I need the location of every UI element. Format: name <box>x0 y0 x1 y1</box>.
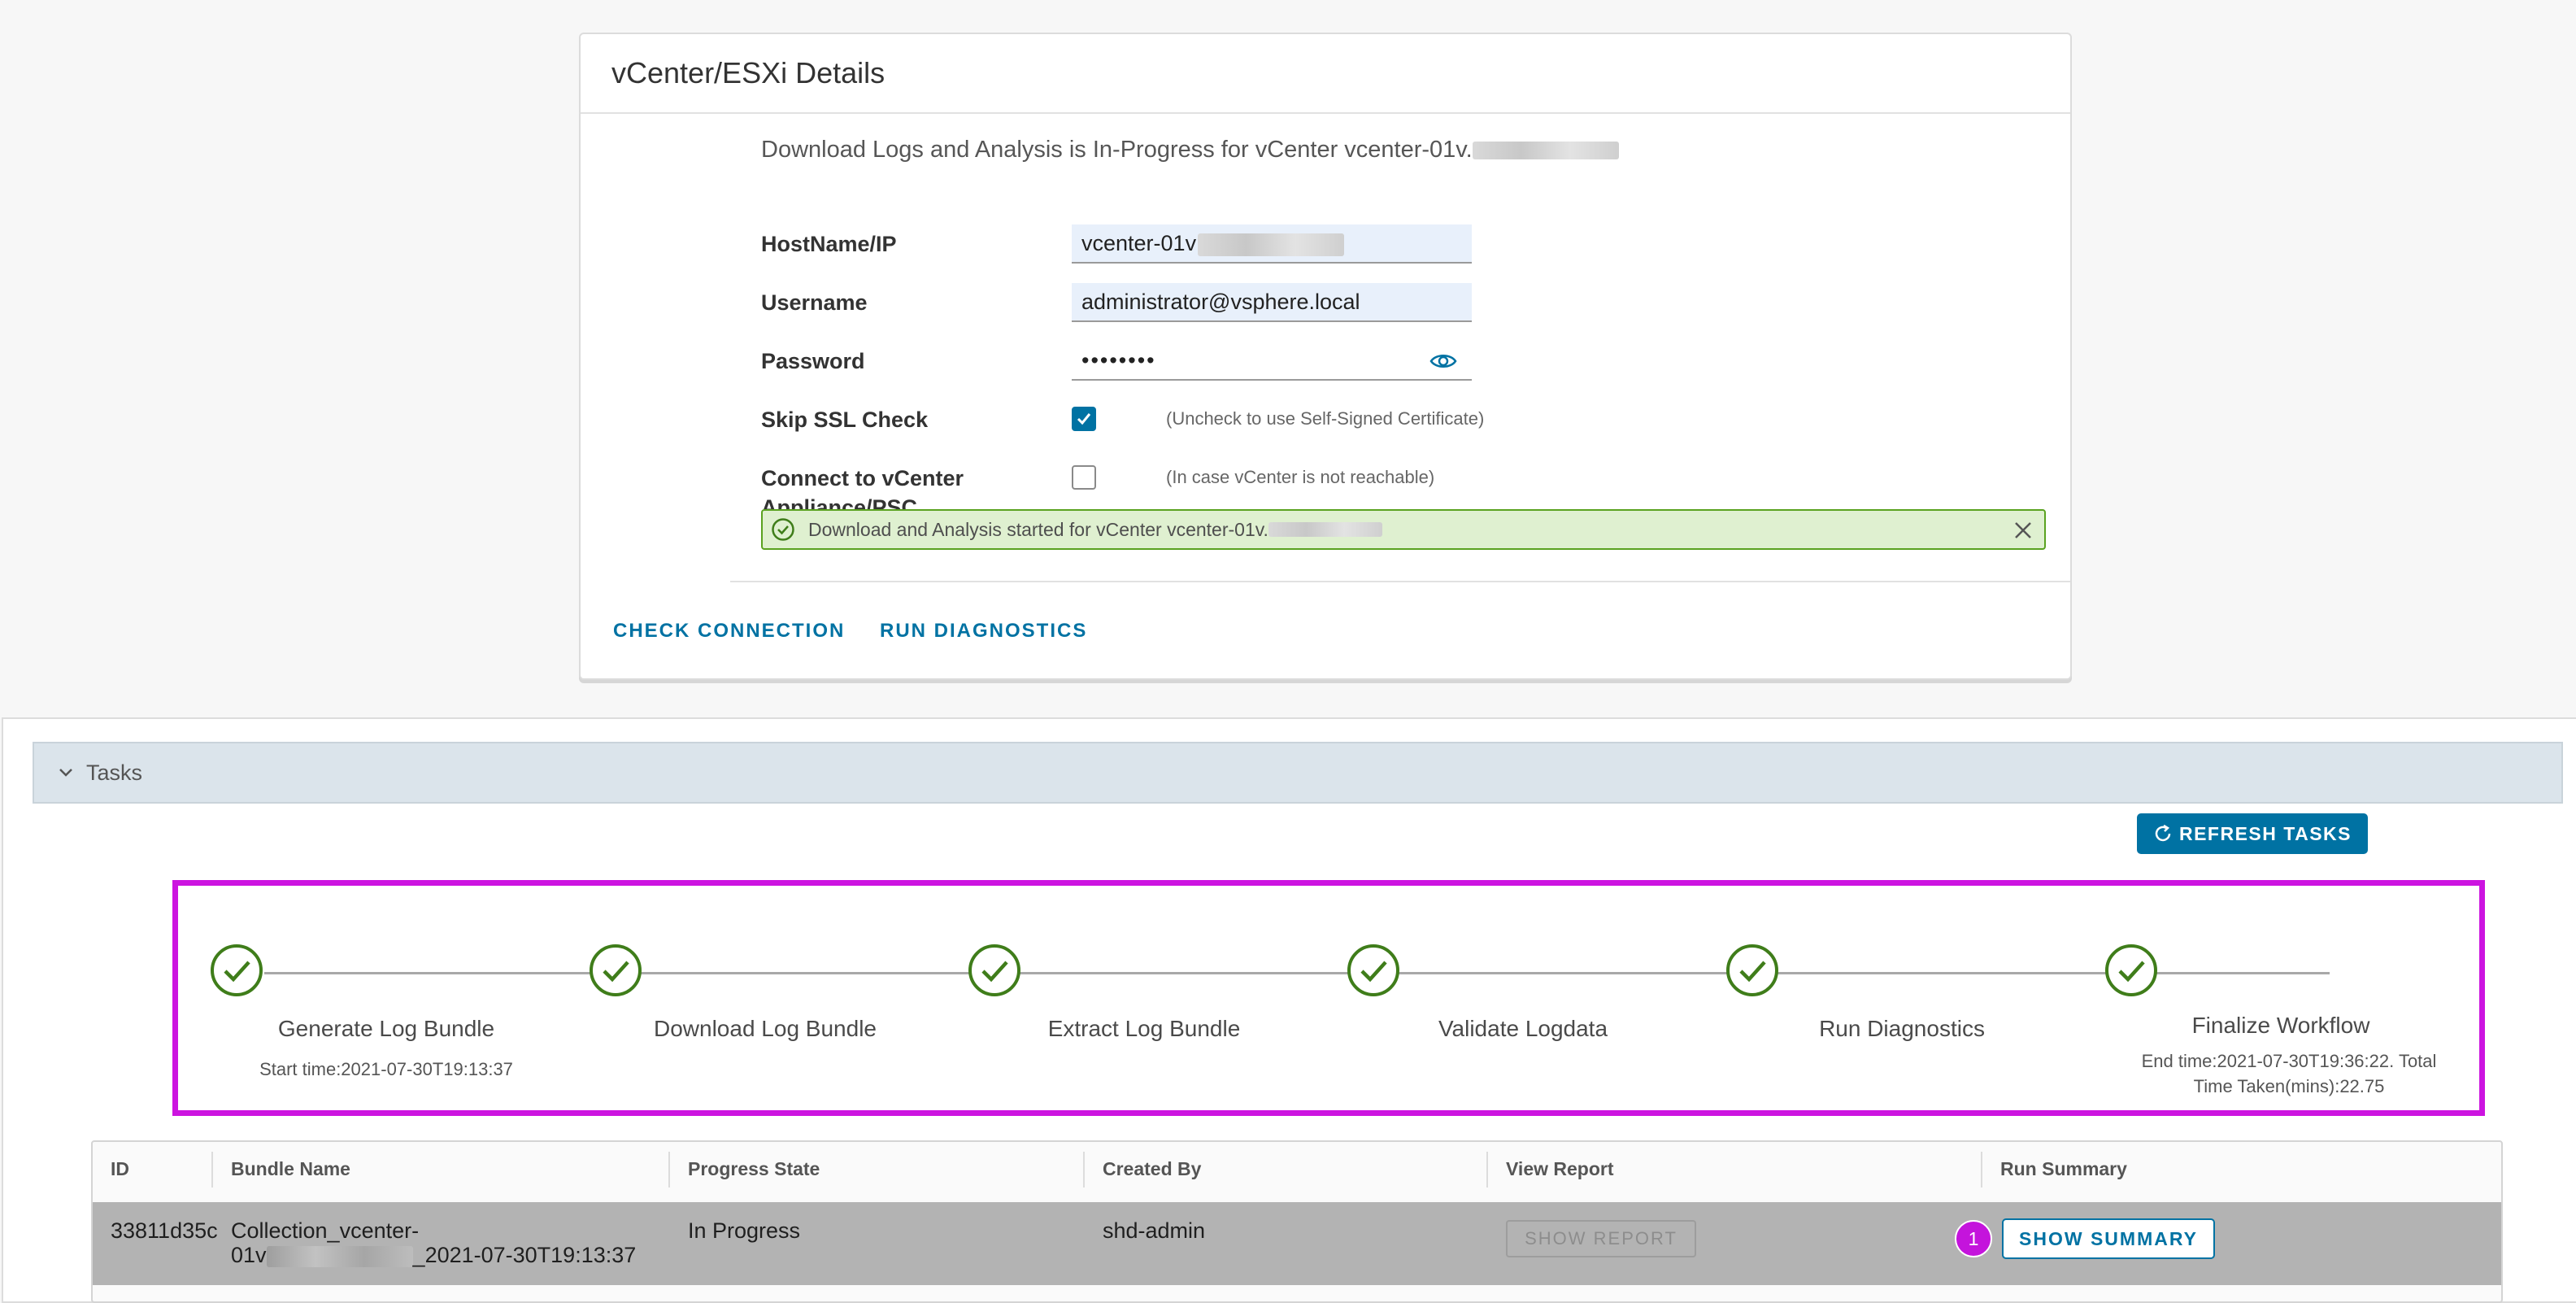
password-field[interactable]: •••••••• <box>1072 342 1472 381</box>
skip-ssl-checkbox[interactable] <box>1072 407 1096 431</box>
cell-bundle-name: Collection_vcenter- 01v _2021-07-30T19:13… <box>231 1218 636 1267</box>
summary-badge: 1 <box>1955 1220 1992 1257</box>
vcenter-details-card: vCenter/ESXi Details Download Logs and A… <box>579 33 2072 680</box>
workflow-step-label: Download Log Bundle <box>654 1016 877 1041</box>
workflow-step-label: Run Diagnostics <box>1819 1016 1985 1041</box>
skip-ssl-label: Skip SSL Check <box>761 407 929 432</box>
show-report-button[interactable]: SHOW REPORT <box>1506 1220 1696 1257</box>
hostname-label: HostName/IP <box>761 232 897 256</box>
column-header-bundle-name[interactable]: Bundle Name <box>231 1158 350 1180</box>
workflow-step-label: Extract Log Bundle <box>1047 1016 1241 1041</box>
workflow-step-label: Generate Log Bundle <box>277 1016 495 1041</box>
redacted-text <box>1198 233 1345 256</box>
bundle-name-line2-prefix: 01v <box>231 1243 267 1267</box>
workflow-step-label: Validate Logdata <box>1438 1016 1608 1041</box>
show-summary-button[interactable]: SHOW SUMMARY <box>2002 1218 2215 1259</box>
status-message-text: Download Logs and Analysis is In-Progres… <box>761 137 1473 163</box>
bundle-name-line2: 01v _2021-07-30T19:13:37 <box>231 1243 636 1267</box>
redacted-text <box>1268 522 1382 537</box>
workflow-start-time: Start time:2021-07-30T19:13:37 <box>259 1059 513 1079</box>
cell-progress-state: In Progress <box>688 1218 801 1243</box>
checkmark-icon <box>1077 413 1091 425</box>
step-complete-icon <box>1347 944 1399 996</box>
hostname-value: vcenter-01v <box>1081 231 1197 255</box>
check-circle-icon <box>772 518 794 541</box>
username-field[interactable]: administrator@vsphere.local <box>1072 283 1472 322</box>
step-complete-icon <box>590 944 642 996</box>
refresh-tasks-button[interactable]: REFRESH TASKS <box>2137 813 2368 854</box>
step-complete-icon <box>968 944 1020 996</box>
column-separator <box>668 1152 670 1188</box>
step-complete-icon <box>211 944 263 996</box>
card-divider <box>730 581 2070 582</box>
table-row[interactable]: 33811d35c Collection_vcenter- 01v _2021-0… <box>93 1202 2501 1285</box>
run-diagnostics-button[interactable]: RUN DIAGNOSTICS <box>880 620 1087 643</box>
column-header-id[interactable]: ID <box>111 1158 129 1180</box>
refresh-tasks-label: REFRESH TASKS <box>2178 822 2352 844</box>
column-separator <box>1981 1152 1982 1188</box>
step-complete-icon <box>2105 944 2157 996</box>
card-title: vCenter/ESXi Details <box>581 34 2070 114</box>
column-header-run-summary[interactable]: Run Summary <box>2000 1158 2127 1180</box>
bundle-name-line1: Collection_vcenter- <box>231 1218 420 1243</box>
step-complete-icon <box>1726 944 1778 996</box>
password-label: Password <box>761 349 865 373</box>
username-label: Username <box>761 290 868 315</box>
refresh-icon <box>2155 824 2171 842</box>
success-alert: Download and Analysis started for vCente… <box>761 509 2046 550</box>
workflow-step-label: Finalize Workflow <box>2191 1013 2370 1038</box>
skip-ssl-hint: (Uncheck to use Self-Signed Certificate) <box>1166 408 1485 429</box>
cell-created-by: shd-admin <box>1103 1218 1206 1243</box>
redacted-text <box>266 1245 413 1267</box>
check-connection-button[interactable]: CHECK CONNECTION <box>613 620 845 643</box>
column-header-view-report[interactable]: View Report <box>1506 1158 1614 1180</box>
column-header-created-by[interactable]: Created By <box>1103 1158 1201 1180</box>
hostname-field[interactable]: vcenter-01v <box>1072 224 1472 264</box>
tasks-accordion-header[interactable]: Tasks <box>33 742 2563 804</box>
eye-icon[interactable] <box>1429 351 1457 371</box>
workflow-end-time-line1: End time:2021-07-30T19:36:22. Total <box>2141 1051 2437 1071</box>
status-message: Download Logs and Analysis is In-Progres… <box>761 137 1619 163</box>
tasks-header-label: Tasks <box>86 760 143 785</box>
workflow-connector-line <box>264 972 2330 974</box>
alert-text: Download and Analysis started for vCente… <box>808 518 1268 540</box>
chevron-down-icon <box>59 769 72 777</box>
column-separator <box>1083 1152 1085 1188</box>
close-icon[interactable] <box>2013 521 2033 540</box>
cell-id: 33811d35c <box>111 1218 218 1243</box>
password-value: •••••••• <box>1081 348 1156 373</box>
connect-appliance-checkbox[interactable] <box>1072 465 1096 490</box>
connect-appliance-hint: (In case vCenter is not reachable) <box>1166 467 1435 487</box>
redacted-text <box>1472 142 1619 160</box>
column-header-progress-state[interactable]: Progress State <box>688 1158 820 1180</box>
connect-appliance-label-line1: Connect to vCenter <box>761 466 964 490</box>
workflow-end-time-line2: Time Taken(mins):22.75 <box>2193 1076 2385 1096</box>
bundle-name-line2-suffix: _2021-07-30T19:13:37 <box>412 1243 637 1267</box>
workflow-progress-tracker: Generate Log Bundle Download Log Bundle Ex… <box>172 880 2485 1116</box>
workflow-end-time: End time:2021-07-30T19:36:22. Total Time… <box>2110 1048 2468 1099</box>
column-separator <box>1486 1152 1488 1188</box>
tasks-table: ID Bundle Name Progress State Created By… <box>91 1140 2503 1303</box>
column-separator <box>211 1152 213 1188</box>
